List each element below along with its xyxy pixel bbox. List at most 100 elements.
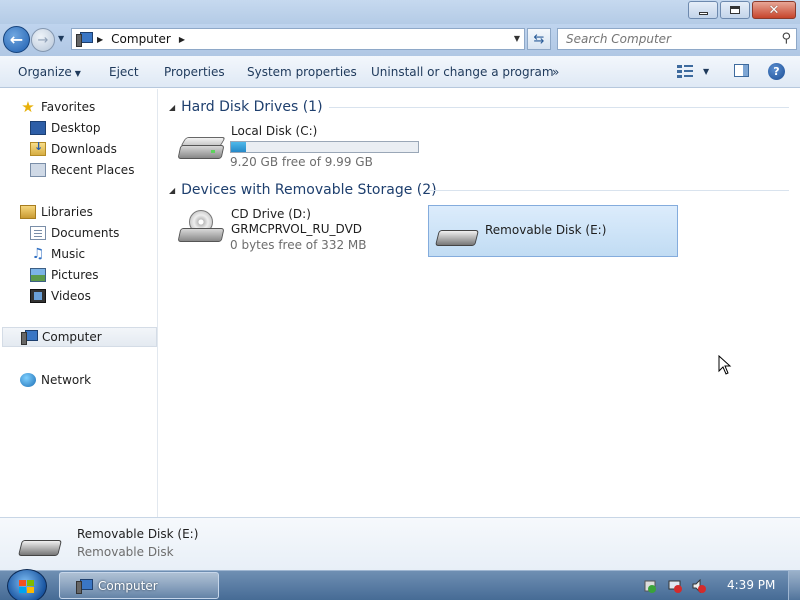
star-icon: ★	[21, 98, 35, 116]
nav-videos[interactable]: Videos	[0, 286, 158, 306]
organize-button[interactable]: Organize ▼	[18, 65, 81, 79]
volume-muted-icon[interactable]	[692, 579, 706, 593]
drive-c-name: Local Disk (C:)	[231, 124, 318, 138]
hard-disk-icon	[177, 131, 226, 163]
nav-pictures-label: Pictures	[51, 268, 99, 282]
refresh-icon: ⇆	[533, 31, 545, 47]
nav-downloads-label: Downloads	[51, 142, 117, 156]
content-pane: ◢ Hard Disk Drives (1) Local Disk (C:) 9…	[159, 89, 800, 517]
nav-libraries-label: Libraries	[41, 205, 93, 219]
navigation-bar: ← → ▼ ▶ Computer ▶ ▼ ⇆ ⚲	[0, 24, 800, 56]
removable-disk-icon	[433, 220, 481, 252]
forward-arrow-icon: →	[37, 32, 49, 48]
close-icon: ✕	[768, 2, 780, 18]
system-clock[interactable]: 4:39 PM	[727, 578, 775, 592]
drive-tile-d[interactable]: CD Drive (D:) GRMCPRVOL_RU_DVD 0 bytes f…	[159, 204, 421, 258]
help-icon: ?	[773, 65, 780, 78]
nav-desktop-label: Desktop	[51, 121, 101, 135]
maximize-button[interactable]	[720, 1, 750, 19]
group-divider	[329, 107, 789, 108]
nav-favorites-label: Favorites	[41, 100, 96, 114]
address-bar[interactable]: ▶ Computer ▶ ▼	[71, 28, 525, 50]
system-properties-button[interactable]: System properties	[247, 65, 357, 79]
nav-pictures[interactable]: Pictures	[0, 265, 158, 285]
minimize-button[interactable]	[688, 1, 718, 19]
help-button[interactable]: ?	[768, 63, 785, 80]
explorer-window: ✕ ← → ▼ ▶ Computer ▶ ▼ ⇆ ⚲ Organize▼ Eje…	[0, 0, 800, 570]
videos-icon	[30, 289, 46, 303]
address-dropdown-icon[interactable]: ▼	[514, 34, 520, 43]
recent-pages-button[interactable]: ▼	[58, 34, 64, 43]
nav-network[interactable]: Network	[0, 370, 158, 390]
more-commands-button[interactable]: »	[552, 65, 559, 79]
computer-icon	[21, 330, 38, 345]
breadcrumb-separator-icon[interactable]: ▶	[97, 35, 103, 44]
preview-pane-button[interactable]	[734, 64, 749, 77]
nav-network-label: Network	[41, 373, 92, 387]
nav-recent-places[interactable]: Recent Places	[0, 160, 158, 180]
organize-label: Organize	[18, 65, 72, 79]
network-icon	[20, 373, 36, 387]
pictures-icon	[30, 268, 46, 282]
taskbar-button-label: Computer	[98, 578, 158, 593]
show-desktop-button[interactable]	[788, 571, 800, 600]
back-arrow-icon: ←	[9, 30, 24, 49]
music-note-icon: ♫	[31, 246, 45, 262]
drive-c-free-space: 9.20 GB free of 9.99 GB	[230, 155, 373, 169]
restore-icon	[730, 6, 740, 14]
collapse-triangle-icon: ◢	[169, 185, 176, 195]
command-bar: Organize ▼ Eject Properties System proper…	[0, 56, 800, 88]
title-bar[interactable]: ✕	[0, 0, 800, 24]
group-removable-storage[interactable]: ◢ Devices with Removable Storage (2)	[169, 180, 437, 200]
nav-documents-label: Documents	[51, 226, 120, 240]
nav-computer[interactable]: Computer	[2, 327, 157, 347]
drive-c-capacity-bar	[230, 141, 419, 153]
uninstall-program-button[interactable]: Uninstall or change a program	[371, 65, 554, 79]
start-button[interactable]	[7, 569, 47, 600]
forward-button[interactable]: →	[31, 28, 55, 52]
nav-documents[interactable]: Documents	[0, 223, 158, 243]
breadcrumb-computer[interactable]: Computer	[111, 32, 171, 46]
nav-videos-label: Videos	[51, 289, 91, 303]
nav-libraries[interactable]: Libraries	[0, 202, 158, 222]
nav-computer-label: Computer	[42, 330, 102, 344]
search-box[interactable]: ⚲	[557, 28, 797, 50]
properties-button[interactable]: Properties	[164, 65, 225, 79]
drive-d-volume-label: GRMCPRVOL_RU_DVD	[231, 222, 363, 236]
downloads-folder-icon	[30, 140, 46, 156]
network-status-icon[interactable]	[668, 579, 682, 593]
collapse-triangle-icon: ◢	[169, 102, 176, 112]
nav-favorites[interactable]: ★ Favorites	[0, 97, 158, 117]
drive-tile-e[interactable]: Removable Disk (E:)	[428, 205, 678, 257]
change-view-icon[interactable]	[677, 64, 693, 78]
documents-icon	[30, 226, 46, 240]
group-divider	[427, 190, 789, 191]
nav-desktop[interactable]: Desktop	[0, 118, 158, 138]
action-center-flag-icon[interactable]	[643, 579, 657, 593]
refresh-button[interactable]: ⇆	[527, 28, 551, 50]
group-removable-storage-label: Devices with Removable Storage (2)	[181, 182, 437, 198]
minimize-icon	[698, 11, 708, 15]
recent-places-icon	[30, 163, 46, 177]
eject-button[interactable]: Eject	[109, 65, 139, 79]
nav-downloads[interactable]: Downloads	[0, 139, 158, 159]
removable-disk-icon	[16, 530, 64, 562]
taskbar-button-computer[interactable]: Computer	[59, 572, 219, 599]
computer-icon	[76, 32, 93, 47]
group-hard-disk-drives[interactable]: ◢ Hard Disk Drives (1)	[169, 97, 323, 117]
search-icon[interactable]: ⚲	[781, 31, 791, 46]
desktop-icon	[30, 121, 46, 135]
search-input[interactable]	[558, 29, 768, 49]
close-button[interactable]: ✕	[752, 1, 796, 19]
group-hard-disk-drives-label: Hard Disk Drives (1)	[181, 99, 323, 115]
mouse-cursor-icon	[718, 355, 732, 375]
drive-c-capacity-fill	[231, 142, 246, 152]
breadcrumb-chevron-icon[interactable]: ▶	[179, 35, 185, 44]
back-button[interactable]: ←	[3, 26, 30, 53]
caption-buttons: ✕	[686, 1, 796, 19]
nav-music[interactable]: ♫ Music	[0, 244, 158, 264]
view-options-dropdown-icon[interactable]: ▼	[703, 67, 709, 76]
computer-icon	[76, 578, 93, 594]
details-pane: Removable Disk (E:) Removable Disk	[0, 517, 800, 570]
drive-tile-c[interactable]: Local Disk (C:) 9.20 GB free of 9.99 GB	[159, 119, 429, 169]
